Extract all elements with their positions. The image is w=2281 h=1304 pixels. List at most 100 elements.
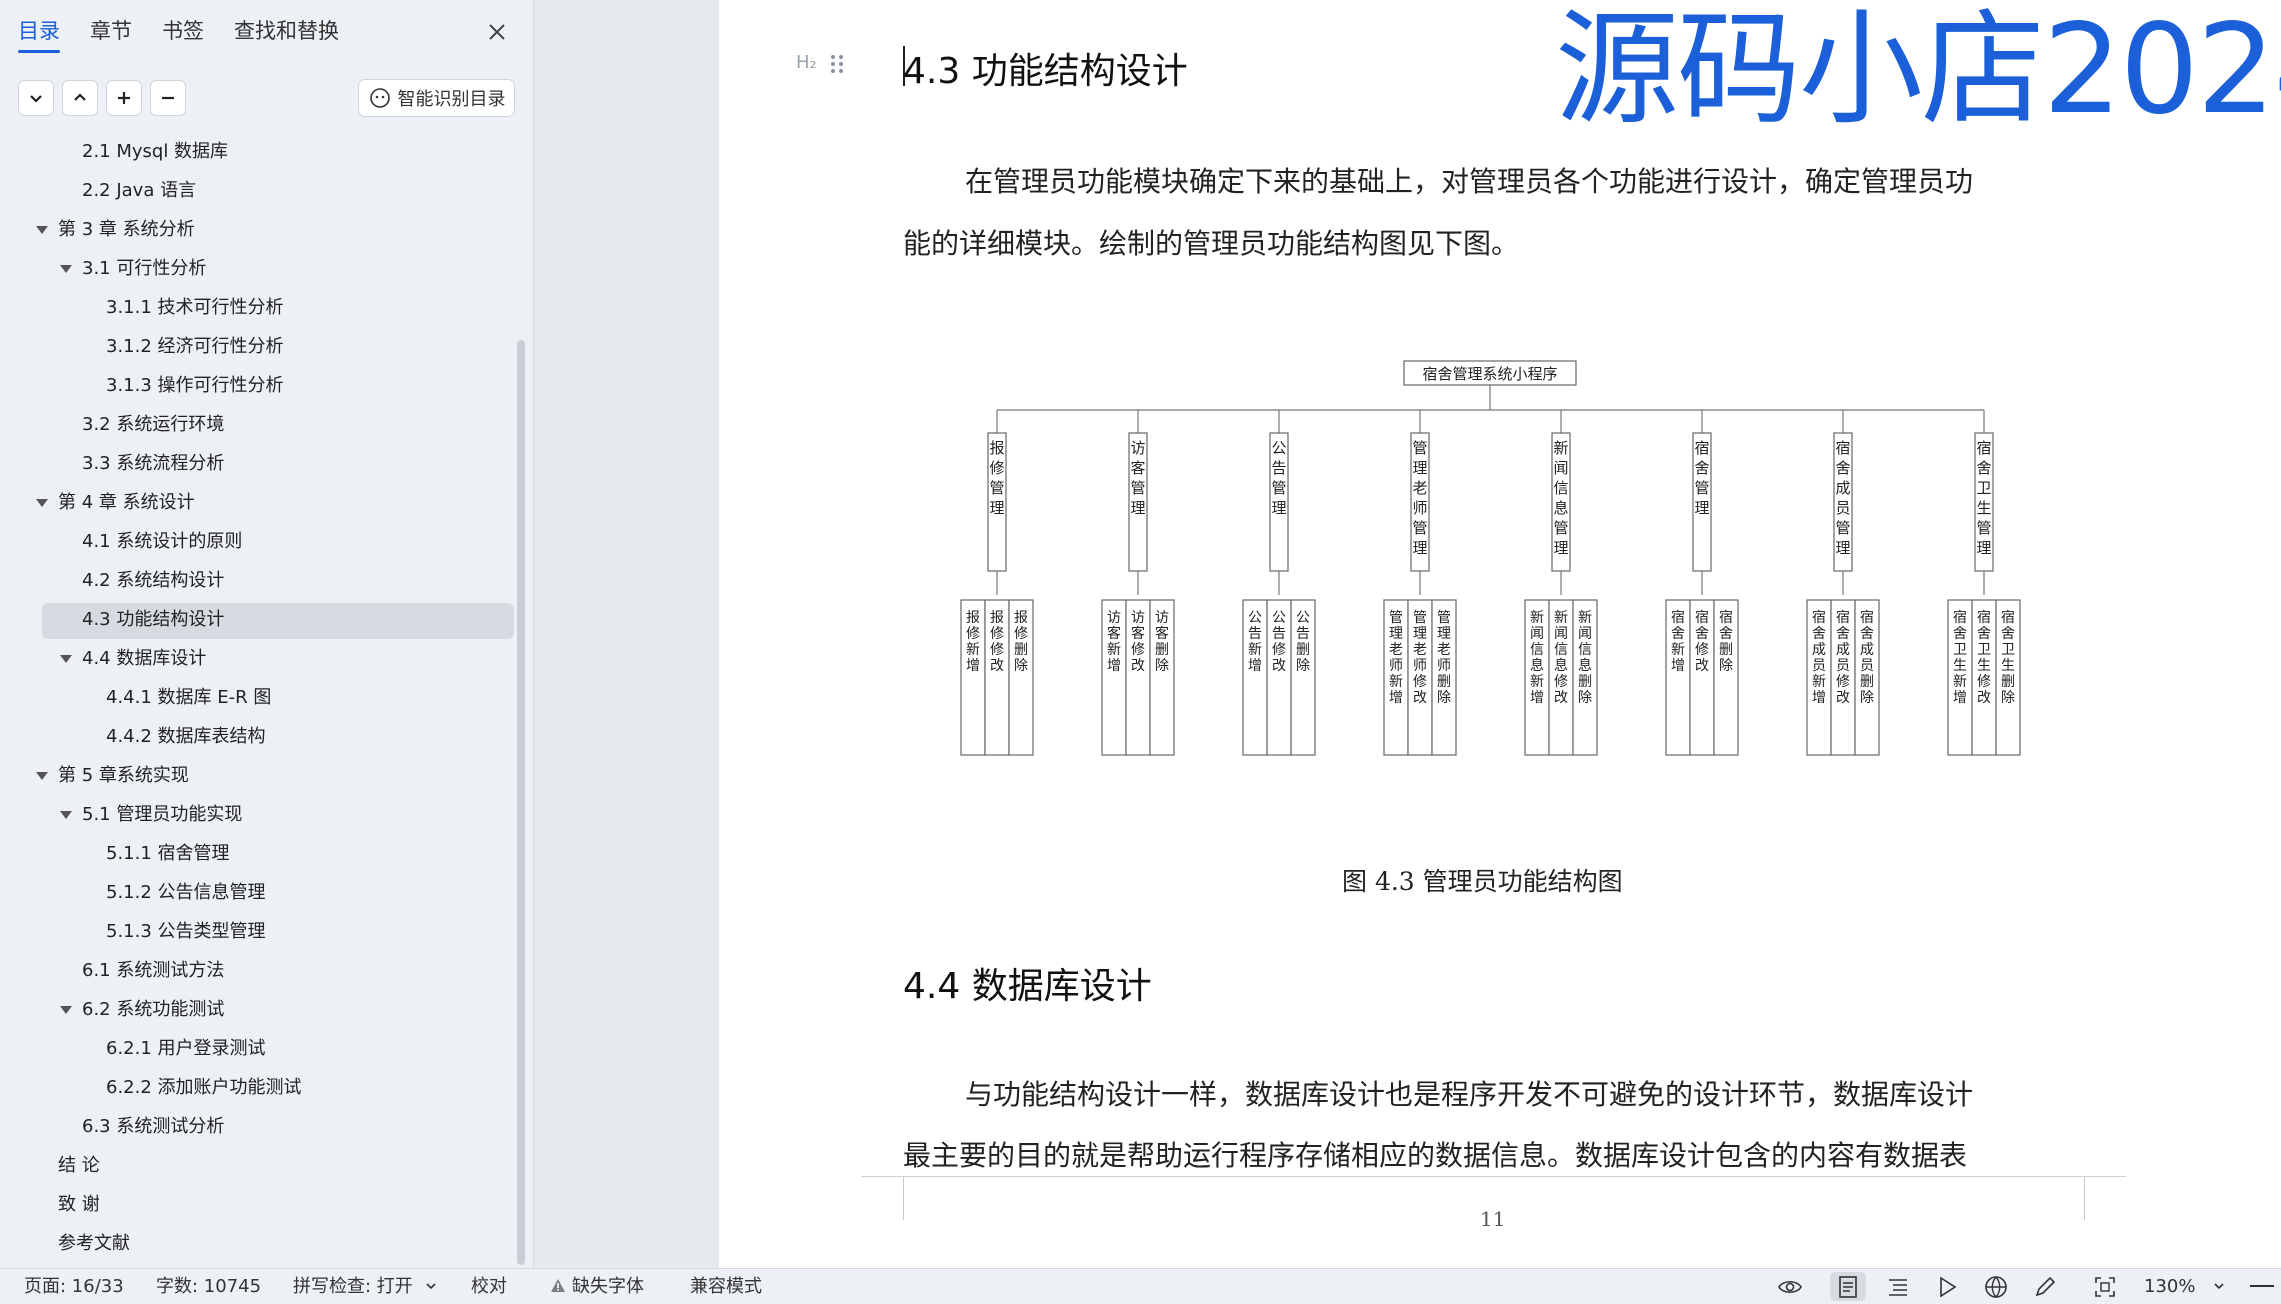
add-heading-button[interactable] <box>106 80 142 116</box>
root-node-label: 宿舍管理系统小程序 <box>1422 365 1557 383</box>
spell-check-toggle[interactable]: 拼写检查: 打开 <box>293 1269 437 1304</box>
section-heading-4-3[interactable]: 4.3 功能结构设计 <box>903 42 1188 94</box>
outline-view-icon[interactable] <box>1885 1274 1911 1300</box>
toc-item[interactable]: 6.2.1 用户登录测试 <box>0 1031 515 1067</box>
expand-triangle-icon[interactable] <box>60 655 72 663</box>
toc-item[interactable]: 第 3 章 系统分析 <box>0 212 515 248</box>
page-view-icon[interactable] <box>1835 1274 1861 1300</box>
toc-item[interactable]: 第 5 章系统实现 <box>0 758 515 794</box>
toc-item[interactable]: 第 4 章 系统设计 <box>0 485 515 521</box>
toc-item-label: 结 论 <box>58 1155 100 1176</box>
tab-bookmarks[interactable]: 书签 <box>162 15 204 53</box>
toc-item[interactable]: 4.2 系统结构设计 <box>0 563 515 599</box>
expand-up-button[interactable] <box>62 80 98 116</box>
footer-separator <box>861 1176 2126 1177</box>
play-icon[interactable] <box>1934 1274 1960 1300</box>
chevron-down-icon <box>30 95 42 103</box>
expand-triangle-icon[interactable] <box>60 265 72 273</box>
toc-item[interactable]: 4.4 数据库设计 <box>0 641 515 677</box>
toc-item[interactable]: 4.1 系统设计的原则 <box>0 524 515 560</box>
toc-item[interactable]: 结 论 <box>0 1148 515 1184</box>
toc-item-label: 致 谢 <box>58 1194 100 1215</box>
expand-triangle-icon[interactable] <box>36 226 48 234</box>
leaf-node-label: 报修新增 <box>966 610 980 674</box>
paragraph-2-line-1[interactable]: 与功能结构设计一样，数据库设计也是程序开发不可避免的设计环节，数据库设计 <box>965 1073 1973 1113</box>
toc-toolbar <box>18 80 194 116</box>
close-sidebar-button[interactable] <box>483 18 511 46</box>
word-count[interactable]: 字数: 10745 <box>156 1269 261 1304</box>
fit-page-icon[interactable] <box>2092 1274 2118 1300</box>
toc-item-label: 5.1.1 宿舍管理 <box>106 843 230 864</box>
toc-item-label: 2.2 Java 语言 <box>82 180 197 201</box>
toc-item[interactable]: 参考文献 <box>0 1226 515 1262</box>
toc-item[interactable]: 5.1.3 公告类型管理 <box>0 914 515 950</box>
toc-item[interactable]: 2.1 Mysql 数据库 <box>0 134 515 170</box>
toc-item[interactable]: 4.3 功能结构设计 <box>0 602 515 638</box>
toc-item-label: 4.3 功能结构设计 <box>82 609 225 630</box>
toc-item[interactable]: 3.1 可行性分析 <box>0 251 515 287</box>
leaf-node-label: 访客删除 <box>1155 610 1169 674</box>
web-view-icon[interactable] <box>1983 1274 2009 1300</box>
zoom-selector[interactable]: 130% <box>2144 1269 2225 1304</box>
missing-font-button[interactable]: 缺失字体 <box>550 1269 644 1304</box>
toc-item[interactable]: 6.3 系统测试分析 <box>0 1109 515 1145</box>
toc-item[interactable]: 5.1 管理员功能实现 <box>0 797 515 833</box>
proofread-button[interactable]: 校对 <box>471 1269 507 1304</box>
function-structure-diagram: 宿舍管理系统小程序报修管理报修新增报修修改报修删除访客管理访客新增访客修改访客删… <box>960 360 2021 756</box>
remove-heading-button[interactable] <box>150 80 186 116</box>
leaf-node-label: 宿舍卫生删除 <box>2001 609 2015 706</box>
leaf-node-label: 新闻信息新增 <box>1530 610 1544 706</box>
toc-item-label: 5.1 管理员功能实现 <box>82 804 243 825</box>
toc-item[interactable]: 6.2.2 添加账户功能测试 <box>0 1070 515 1106</box>
toc-item-label: 5.1.2 公告信息管理 <box>106 882 266 903</box>
toc-item-label: 6.3 系统测试分析 <box>82 1116 225 1137</box>
toc-item-label: 4.1 系统设计的原则 <box>82 531 243 552</box>
expand-triangle-icon[interactable] <box>36 499 48 507</box>
leaf-node-label: 宿舍删除 <box>1719 609 1733 674</box>
toc-item[interactable]: 6.2 系统功能测试 <box>0 992 515 1028</box>
toc-item[interactable]: 5.1.1 宿舍管理 <box>0 836 515 872</box>
page-indicator[interactable]: 页面: 16/33 <box>24 1269 124 1304</box>
toc-item[interactable]: 3.1.2 经济可行性分析 <box>0 329 515 365</box>
toc-item[interactable]: 3.1.3 操作可行性分析 <box>0 368 515 404</box>
toc-item[interactable]: 6.1 系统测试方法 <box>0 953 515 989</box>
sidebar-scrollbar[interactable] <box>517 340 525 1265</box>
expand-triangle-icon[interactable] <box>60 1006 72 1014</box>
expand-triangle-icon[interactable] <box>36 772 48 780</box>
tab-chapters[interactable]: 章节 <box>90 15 132 53</box>
toc-item[interactable]: 3.3 系统流程分析 <box>0 446 515 482</box>
toc-item-label: 3.1 可行性分析 <box>82 258 207 279</box>
paragraph-2-line-2[interactable]: 最主要的目的就是帮助运行程序存储相应的数据信息。数据库设计包含的内容有数据表 <box>903 1134 1967 1174</box>
toc-item-label: 2.1 Mysql 数据库 <box>82 141 229 162</box>
expand-triangle-icon[interactable] <box>60 811 72 819</box>
status-bar: 页面: 16/33 字数: 10745 拼写检查: 打开 校对 缺失字体 兼容模… <box>0 1268 2281 1304</box>
drag-handle-icon[interactable] <box>829 53 845 75</box>
section-heading-4-4[interactable]: 4.4 数据库设计 <box>903 957 1152 1009</box>
toc-item[interactable]: 5.1.2 公告信息管理 <box>0 875 515 911</box>
paragraph-1-line-2[interactable]: 能的详细模块。绘制的管理员功能结构图见下图。 <box>903 222 1519 262</box>
eye-icon[interactable] <box>1777 1274 1803 1300</box>
tab-toc[interactable]: 目录 <box>18 15 60 53</box>
zoom-out-button[interactable] <box>2250 1285 2274 1287</box>
paragraph-1-line-1[interactable]: 在管理员功能模块确定下来的基础上，对管理员各个功能进行设计，确定管理员功 <box>965 160 1973 200</box>
leaf-node-label: 公告删除 <box>1296 610 1310 674</box>
leaf-node-label: 宿舍成员新增 <box>1812 609 1826 706</box>
toc-item-label: 3.1.3 操作可行性分析 <box>106 375 284 396</box>
spell-check-label: 拼写检查: 打开 <box>293 1276 413 1297</box>
toc-item[interactable]: 4.4.1 数据库 E-R 图 <box>0 680 515 716</box>
smart-toc-button[interactable]: 智能识别目录 <box>358 79 515 117</box>
toc-item-label: 3.1.1 技术可行性分析 <box>106 297 284 318</box>
toc-item[interactable]: 4.4.2 数据库表结构 <box>0 719 515 755</box>
chevron-down-icon <box>2214 1283 2224 1290</box>
toc-item-label: 3.3 系统流程分析 <box>82 453 225 474</box>
toc-item[interactable]: 2.2 Java 语言 <box>0 173 515 209</box>
leaf-node-label: 宿舍新增 <box>1671 609 1685 674</box>
collapse-all-button[interactable] <box>18 80 54 116</box>
toc-item[interactable]: 3.1.1 技术可行性分析 <box>0 290 515 326</box>
leaf-node-label: 宿舍成员修改 <box>1836 609 1850 706</box>
toc-item[interactable]: 3.2 系统运行环境 <box>0 407 515 443</box>
tab-find-replace[interactable]: 查找和替换 <box>234 15 339 53</box>
pen-icon[interactable] <box>2032 1274 2058 1300</box>
leaf-node-label: 公告新增 <box>1248 610 1262 674</box>
toc-item[interactable]: 致 谢 <box>0 1187 515 1223</box>
